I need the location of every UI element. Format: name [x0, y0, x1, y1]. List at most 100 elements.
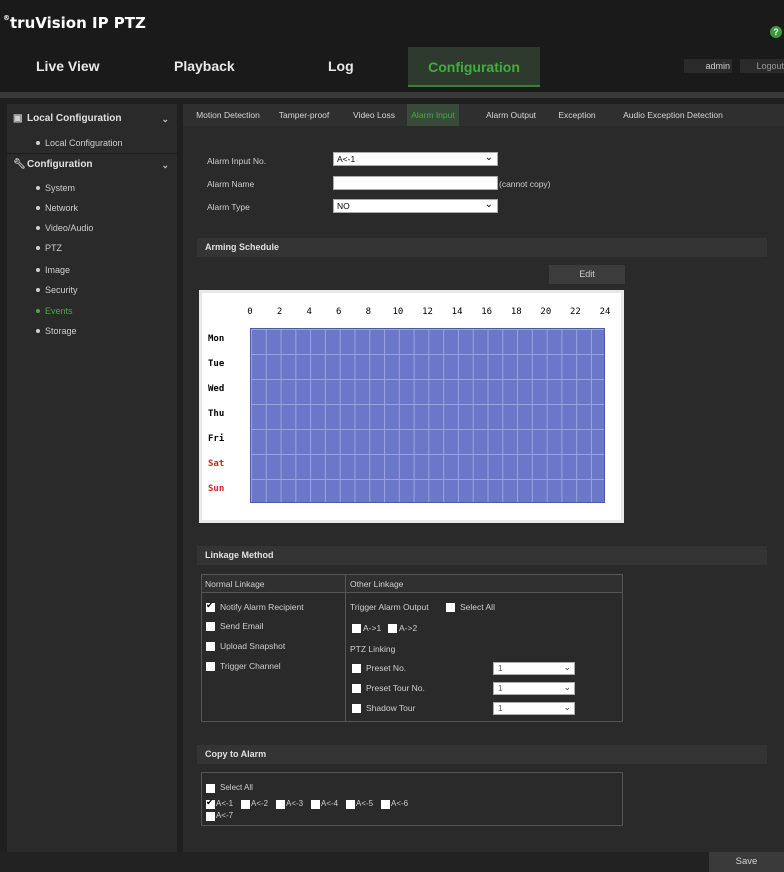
copy-alarm-checkbox[interactable] [206, 797, 215, 809]
upload-snapshot-checkbox[interactable] [206, 642, 215, 651]
output-a1-checkbox[interactable] [352, 624, 361, 633]
save-button[interactable]: Save [709, 852, 784, 872]
question-circle-icon[interactable]: ? [770, 26, 782, 38]
edit-button[interactable]: Edit [549, 265, 625, 284]
output-a2-label: A->2 [399, 623, 418, 633]
chevron-down-icon: ⌄ [161, 114, 169, 124]
copy-alarm-checkbox[interactable] [311, 800, 320, 809]
hour-label: 20 [540, 307, 552, 317]
monitor-icon: ▣ [13, 113, 23, 124]
arming-schedule-grid-panel: 0 2 4 6 8 10 12 14 16 18 20 22 24 Mon Tue Wed Thu Fri Sat… [199, 290, 624, 523]
main-panel: Motion Detection Tamper-proof Video Loss… [183, 104, 784, 852]
output-a1-label: A->1 [363, 623, 382, 633]
logout-link[interactable]: Logout [740, 59, 784, 73]
select-all-alarms-checkbox[interactable] [206, 784, 215, 793]
copy-alarm-label: A<-6 [391, 799, 409, 808]
copy-alarm-label: A<-4 [321, 799, 339, 808]
linkage-table-header [202, 575, 622, 593]
tab-motion-detection[interactable]: Motion Detection [186, 104, 270, 126]
copy-alarm-label: A<-1 [216, 799, 234, 808]
hour-label: 2 [276, 307, 283, 317]
sidebar-item-local-configuration[interactable]: Local Configuration [7, 133, 177, 153]
tab-exception[interactable]: Exception [552, 104, 602, 126]
output-a2-checkbox[interactable] [388, 624, 397, 633]
notify-alarm-recipient-checkbox[interactable] [206, 600, 215, 612]
copy-to-alarm-box: Select All A<-1 A<-2 A<-3 A<-4 A<-5 A<-6 A<-7 [201, 772, 623, 826]
notify-alarm-recipient-label: Notify Alarm Recipient [220, 602, 304, 612]
chevron-down-icon: ⌄ [161, 160, 169, 170]
copy-alarm-label: A<-5 [356, 799, 374, 808]
ptz-linking-label: PTZ Linking [350, 644, 396, 654]
normal-linkage-heading: Normal Linkage [205, 579, 265, 589]
alarm-name-input[interactable] [333, 176, 498, 190]
hour-label: 0 [247, 307, 253, 317]
preset-tour-no-checkbox[interactable] [352, 684, 361, 693]
chevron-down-icon: ⌄ [563, 662, 571, 672]
day-label-sat: Sat [208, 459, 225, 469]
copy-alarm-label: A<-2 [251, 799, 269, 808]
hour-label: 16 [481, 307, 493, 317]
preset-no-label: Preset No. [366, 663, 407, 673]
linkage-method-header: Linkage Method [197, 546, 767, 565]
top-bar: ®truVision IP PTZ ? Live View Playback L… [0, 0, 784, 98]
sidebar-item-security[interactable]: Security [7, 280, 177, 300]
sidebar-item-ptz[interactable]: PTZ [7, 238, 177, 258]
trigger-channel-checkbox[interactable] [206, 662, 215, 671]
chevron-down-icon: ⌄ [484, 199, 493, 210]
day-label-mon: Mon [208, 334, 225, 344]
copy-alarm-checkbox[interactable] [381, 800, 390, 809]
tab-video-loss[interactable]: Video Loss [348, 104, 400, 126]
nav-tab-live-view[interactable]: Live View [36, 58, 100, 74]
copy-alarm-checkbox[interactable] [276, 800, 285, 809]
sidebar-item-image[interactable]: Image [7, 260, 177, 280]
sub-tab-bar: Motion Detection Tamper-proof Video Loss… [183, 104, 784, 126]
sidebar-item-network[interactable]: Network [7, 198, 177, 218]
chevron-down-icon: ⌄ [563, 682, 571, 692]
copy-alarm-label: A<-3 [286, 799, 304, 808]
copy-to-alarm-header: Copy to Alarm [197, 745, 767, 764]
hour-label: 22 [569, 307, 581, 317]
copy-alarm-checkbox[interactable] [206, 812, 215, 821]
preset-no-checkbox[interactable] [352, 664, 361, 673]
sidebar-item-storage[interactable]: Storage [7, 321, 177, 341]
sidebar-item-events[interactable]: Events [7, 301, 177, 321]
copy-alarm-label: A<-7 [216, 811, 234, 820]
day-label-fri: Fri [208, 434, 225, 444]
schedule-grid[interactable] [250, 328, 605, 503]
shadow-tour-checkbox[interactable] [352, 704, 361, 713]
linkage-table: Normal Linkage Other Linkage Notify Alar… [201, 574, 623, 722]
sidebar-item-video-audio[interactable]: Video/Audio [7, 218, 177, 238]
copy-alarm-checkbox[interactable] [346, 800, 355, 809]
tab-tamper-proof[interactable]: Tamper-proof [272, 104, 336, 126]
tab-audio-exception-detection[interactable]: Audio Exception Detection [607, 104, 739, 126]
shadow-tour-select[interactable]: 1 ⌄ [493, 702, 575, 715]
alarm-input-no-select[interactable]: A<-1 ⌄ [333, 152, 498, 166]
alarm-name-note: (cannot copy) [499, 179, 551, 189]
alarm-input-no-label: Alarm Input No. [207, 156, 267, 166]
preset-no-select[interactable]: 1 ⌄ [493, 662, 575, 675]
tab-alarm-output[interactable]: Alarm Output [479, 104, 543, 126]
sidebar-header-local-configuration[interactable]: ▣ Local Configuration ⌄ [7, 108, 177, 130]
hour-label: 6 [336, 307, 342, 317]
sidebar-item-system[interactable]: System [7, 178, 177, 198]
nav-tab-playback[interactable]: Playback [174, 58, 235, 74]
footer-bar [0, 852, 784, 872]
preset-tour-no-label: Preset Tour No. [366, 683, 425, 693]
alarm-type-select[interactable]: NO ⌄ [333, 199, 498, 213]
nav-tab-log[interactable]: Log [328, 58, 354, 74]
copy-alarm-checkbox[interactable] [241, 800, 250, 809]
day-label-tue: Tue [208, 359, 225, 369]
tab-alarm-input[interactable]: Alarm Input [407, 104, 459, 126]
trigger-channel-label: Trigger Channel [220, 661, 281, 671]
send-email-checkbox[interactable] [206, 622, 215, 631]
hour-label: 18 [510, 307, 522, 317]
nav-tab-configuration[interactable]: Configuration [408, 47, 540, 87]
select-all-outputs-checkbox[interactable] [446, 603, 455, 612]
shadow-tour-label: Shadow Tour [366, 703, 416, 713]
preset-tour-no-select[interactable]: 1 ⌄ [493, 682, 575, 695]
wrench-icon: 🔧︎ [13, 159, 26, 170]
sidebar-header-configuration[interactable]: 🔧︎Configuration ⌄ [7, 154, 177, 176]
hour-label: 24 [599, 307, 611, 317]
alarm-name-label: Alarm Name [207, 179, 255, 189]
day-label-wed: Wed [208, 384, 225, 394]
